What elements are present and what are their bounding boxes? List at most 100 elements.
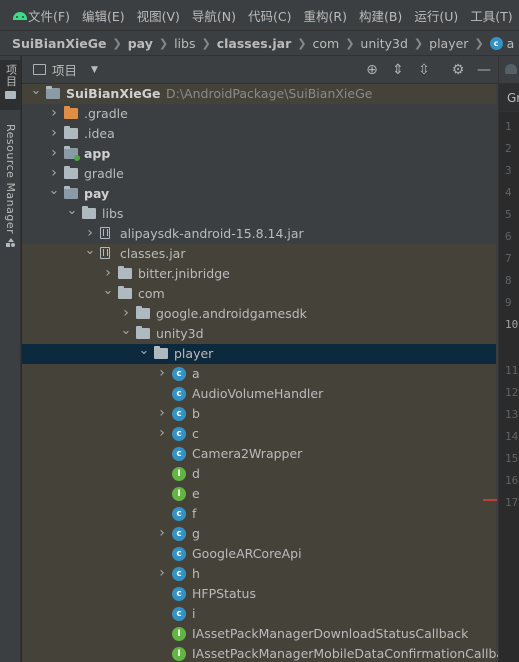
class-icon: c bbox=[172, 527, 186, 541]
tree-item[interactable]: ⌄ classes.jar bbox=[22, 244, 496, 264]
tree-item-label: GoogleARCoreApi bbox=[192, 546, 302, 561]
tree-item[interactable]: c AudioVolumeHandler bbox=[22, 384, 496, 404]
expanded-arrow-icon[interactable]: ⌄ bbox=[120, 324, 132, 339]
breadcrumb-jar[interactable]: classes.jar bbox=[217, 36, 292, 51]
interface-icon: I bbox=[172, 627, 186, 641]
editor-tab[interactable]: Gr bbox=[499, 84, 519, 112]
breadcrumb-project[interactable]: SuiBianXieGe bbox=[12, 36, 106, 51]
menu-refactor[interactable]: 重构(R) bbox=[304, 6, 347, 25]
tree-item[interactable]: c GoogleARCoreApi bbox=[22, 544, 496, 564]
select-opened-file-icon[interactable]: ⊕ bbox=[364, 62, 380, 78]
collapsed-arrow-icon[interactable]: › bbox=[120, 306, 132, 320]
menu-tools[interactable]: 工具(T) bbox=[470, 6, 512, 25]
tree-item[interactable]: › app bbox=[22, 144, 496, 164]
menu-code[interactable]: 代码(C) bbox=[248, 6, 291, 25]
tree-item[interactable]: › alipaysdk-android-15.8.14.jar bbox=[22, 224, 496, 244]
menu-run[interactable]: 运行(U) bbox=[414, 6, 458, 25]
expanded-arrow-icon[interactable]: ⌄ bbox=[138, 344, 150, 359]
expanded-arrow-icon[interactable]: ⌄ bbox=[30, 84, 42, 99]
tree-item[interactable]: › c h bbox=[22, 564, 496, 584]
breadcrumb-player[interactable]: player bbox=[429, 36, 468, 51]
menu-navigate[interactable]: 导航(N) bbox=[192, 6, 236, 25]
jar-icon bbox=[100, 247, 110, 259]
jar-icon bbox=[100, 227, 110, 239]
tree-item[interactable]: › .gradle bbox=[22, 104, 496, 124]
tree-item[interactable]: ⌄ SuiBianXieGe D:\AndroidPackage\SuiBianXi… bbox=[22, 84, 496, 104]
tree-item[interactable]: ⌄ unity3d bbox=[22, 324, 496, 344]
view-mode-dropdown-icon[interactable]: ▼ bbox=[91, 65, 98, 75]
breadcrumb-libs[interactable]: libs bbox=[174, 36, 195, 51]
tree-item[interactable]: › google.androidgamesdk bbox=[22, 304, 496, 324]
breadcrumb-module[interactable]: pay bbox=[128, 36, 153, 51]
error-marker bbox=[483, 499, 497, 501]
tree-item[interactable]: c Camera2Wrapper bbox=[22, 444, 496, 464]
class-icon: c bbox=[172, 567, 186, 581]
tree-item[interactable]: › bitter.jnibridge bbox=[22, 264, 496, 284]
collapsed-arrow-icon[interactable]: › bbox=[156, 566, 168, 580]
interface-icon: I bbox=[172, 467, 186, 481]
collapsed-arrow-icon[interactable]: › bbox=[48, 146, 60, 160]
menu-view[interactable]: 视图(V) bbox=[137, 6, 180, 25]
tree-item-label: HFPStatus bbox=[192, 586, 256, 601]
collapsed-arrow-icon[interactable]: › bbox=[156, 406, 168, 420]
breadcrumb-class-a[interactable]: a bbox=[507, 36, 515, 51]
menu-edit[interactable]: 编辑(E) bbox=[82, 6, 125, 25]
editor-area: Gr 1 2 3 4 5 6 7 8 9 10 11 12 13 14 15 16 17 bbox=[498, 56, 519, 662]
collapsed-arrow-icon[interactable]: › bbox=[48, 126, 60, 140]
tree-item-label: .idea bbox=[84, 126, 115, 141]
tree-item-label: SuiBianXieGe bbox=[66, 86, 161, 101]
collapsed-arrow-icon[interactable]: › bbox=[102, 266, 114, 280]
tree-item[interactable]: ci bbox=[22, 604, 496, 624]
expanded-arrow-icon[interactable]: ⌄ bbox=[48, 184, 60, 199]
collapsed-arrow-icon[interactable]: › bbox=[48, 166, 60, 180]
tree-item[interactable]: ⌄ libs bbox=[22, 204, 496, 224]
folder-icon bbox=[5, 91, 16, 99]
tree-item-label: alipaysdk-android-15.8.14.jar bbox=[120, 226, 304, 241]
expanded-arrow-icon[interactable]: ⌄ bbox=[66, 204, 78, 219]
menu-file[interactable]: 文件(F) bbox=[28, 6, 70, 25]
tree-item[interactable]: cf bbox=[22, 504, 496, 524]
menu-build[interactable]: 构建(B) bbox=[359, 6, 402, 25]
tree-item[interactable]: ⌄ com bbox=[22, 284, 496, 304]
tree-item-label: app bbox=[84, 146, 111, 161]
collapse-all-icon[interactable]: ⇳ bbox=[416, 62, 432, 78]
tree-item[interactable]: c HFPStatus bbox=[22, 584, 496, 604]
tree-item-label: bitter.jnibridge bbox=[138, 266, 230, 281]
collapsed-arrow-icon[interactable]: › bbox=[156, 366, 168, 380]
collapsed-arrow-icon[interactable]: › bbox=[84, 226, 96, 240]
package-icon bbox=[118, 286, 132, 299]
class-icon: c bbox=[489, 36, 503, 50]
collapsed-arrow-icon[interactable]: › bbox=[48, 106, 60, 120]
tree-item-label: b bbox=[192, 406, 200, 421]
left-tool-strip: 项目 Resource Manager bbox=[0, 56, 21, 662]
folder-icon bbox=[64, 106, 78, 119]
tree-item[interactable]: › c c bbox=[22, 424, 496, 444]
breadcrumb-unity3d[interactable]: unity3d bbox=[360, 36, 408, 51]
resource-manager-tab[interactable]: Resource Manager bbox=[0, 120, 21, 250]
tree-item[interactable]: › .idea bbox=[22, 124, 496, 144]
expanded-arrow-icon[interactable]: ⌄ bbox=[84, 244, 96, 259]
tree-item[interactable]: ⌄ pay bbox=[22, 184, 496, 204]
expanded-arrow-icon[interactable]: ⌄ bbox=[102, 284, 114, 299]
project-tool-tab[interactable]: 项目 bbox=[0, 60, 21, 110]
hide-icon[interactable]: — bbox=[476, 62, 492, 78]
tree-item-label: classes.jar bbox=[120, 246, 186, 261]
tree-item[interactable]: ⌄ player bbox=[22, 344, 496, 364]
tree-item[interactable]: › c g bbox=[22, 524, 496, 544]
tree-item[interactable]: Id bbox=[22, 464, 496, 484]
gear-icon[interactable]: ⚙ bbox=[450, 62, 466, 78]
tree-item[interactable]: › c a bbox=[22, 364, 496, 384]
tree-item[interactable]: I IAssetPackManagerMobileDataConfirmation… bbox=[22, 644, 498, 662]
tree-item[interactable]: › c b bbox=[22, 404, 496, 424]
tree-item[interactable]: › gradle bbox=[22, 164, 496, 184]
breadcrumb-com[interactable]: com bbox=[312, 36, 339, 51]
project-view-icon bbox=[33, 64, 46, 75]
collapsed-arrow-icon[interactable]: › bbox=[156, 426, 168, 440]
tree-item-label: f bbox=[192, 506, 197, 521]
tree-item[interactable]: Ie bbox=[22, 484, 496, 504]
collapsed-arrow-icon[interactable]: › bbox=[156, 526, 168, 540]
tree-item[interactable]: I IAssetPackManagerDownloadStatusCallback bbox=[22, 624, 496, 644]
resource-manager-label: Resource Manager bbox=[4, 124, 17, 235]
expand-all-icon[interactable]: ⇕ bbox=[390, 62, 406, 78]
breadcrumb-separator-icon: ❯ bbox=[345, 36, 355, 50]
